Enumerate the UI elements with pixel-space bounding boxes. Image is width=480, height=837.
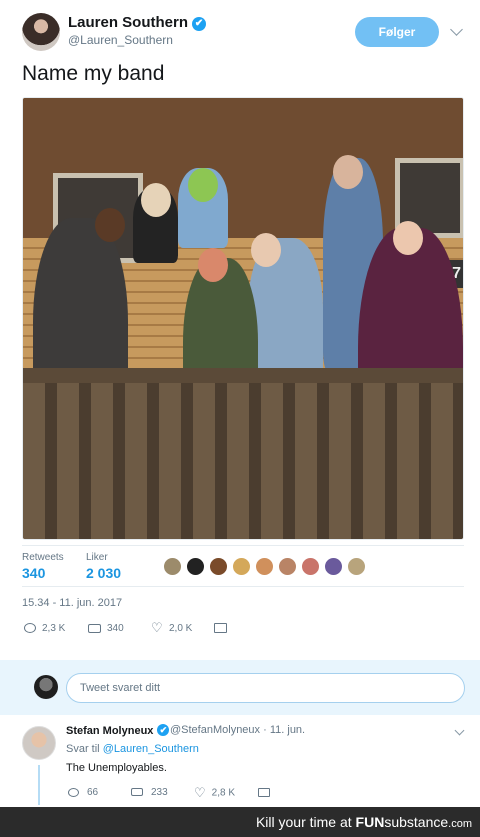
reply-author-handle[interactable]: @StefanMolyneux · 11. jun. bbox=[170, 724, 305, 736]
divider bbox=[22, 586, 464, 587]
follow-button[interactable]: Følger bbox=[355, 17, 439, 47]
liker-avatar[interactable] bbox=[209, 557, 228, 576]
thread-line bbox=[38, 765, 40, 805]
reply-retweet-count: 233 bbox=[151, 787, 168, 798]
liker-avatar[interactable] bbox=[301, 557, 320, 576]
liker-avatar[interactable] bbox=[324, 557, 343, 576]
dm-action[interactable] bbox=[214, 621, 233, 637]
heart-icon[interactable]: ♡ bbox=[151, 621, 163, 634]
tweet-text: Name my band bbox=[22, 62, 165, 85]
reply-dm-action[interactable] bbox=[258, 786, 270, 800]
envelope-icon[interactable] bbox=[214, 623, 227, 634]
reply-author-name-text[interactable]: Stefan Molyneux bbox=[66, 725, 153, 737]
reply-like-count: 2,8 K bbox=[211, 787, 236, 799]
photo-head bbox=[198, 248, 228, 282]
photo-head bbox=[393, 221, 423, 255]
tweet-card: Lauren Southern ✔ @Lauren_Southern Følger… bbox=[0, 0, 480, 660]
retweet-count: 340 bbox=[107, 623, 124, 634]
reply-retweet-action[interactable]: 233 bbox=[131, 786, 168, 800]
reply-action[interactable]: 2,3 K bbox=[24, 621, 65, 637]
reply-handle-text[interactable]: @StefanMolyneux bbox=[170, 724, 260, 736]
reply-to-prefix: Svar til bbox=[66, 743, 100, 755]
heart-icon[interactable]: ♡ bbox=[194, 786, 206, 800]
author-name[interactable]: Lauren Southern ✔ bbox=[68, 14, 207, 31]
reply-to-mention[interactable]: @Lauren_Southern bbox=[103, 743, 199, 755]
chevron-down-icon[interactable] bbox=[450, 23, 463, 36]
like-count: 2,0 K bbox=[169, 623, 193, 634]
reply-reply-action[interactable]: 66 bbox=[68, 786, 98, 800]
retweets-count[interactable]: 340 bbox=[22, 565, 45, 581]
reply-input[interactable]: Tweet svaret ditt bbox=[66, 673, 465, 703]
reply-author-avatar[interactable] bbox=[22, 726, 56, 760]
photo-head bbox=[188, 168, 218, 202]
liker-avatar[interactable] bbox=[278, 557, 297, 576]
watermark-prefix: Kill your time at bbox=[255, 814, 356, 830]
reply-text: The Unemployables. bbox=[66, 762, 167, 774]
liker-avatar[interactable] bbox=[186, 557, 205, 576]
liker-avatar[interactable] bbox=[232, 557, 251, 576]
divider bbox=[22, 545, 464, 546]
current-user-avatar bbox=[34, 675, 58, 699]
retweet-action[interactable]: 340 bbox=[88, 621, 124, 637]
reply-icon[interactable] bbox=[24, 623, 36, 634]
watermark-text: Kill your time at FUNsubstance.com bbox=[256, 807, 472, 837]
author-avatar[interactable] bbox=[22, 13, 60, 51]
envelope-icon[interactable] bbox=[258, 787, 270, 797]
author-handle[interactable]: @Lauren_Southern bbox=[68, 33, 173, 47]
reply-separator: · bbox=[263, 724, 267, 736]
photo-head bbox=[333, 155, 363, 189]
likes-label: Liker bbox=[86, 552, 108, 563]
watermark-brand-tld: .com bbox=[448, 818, 472, 830]
reply-to-line: Svar til @Lauren_Southern bbox=[66, 743, 199, 755]
reply-reply-count: 66 bbox=[87, 787, 99, 798]
liker-avatar[interactable] bbox=[163, 557, 182, 576]
photo-head bbox=[95, 208, 125, 242]
reply-like-action[interactable]: ♡ 2,8 K bbox=[194, 786, 235, 800]
photo-fence bbox=[23, 383, 463, 539]
reply-date[interactable]: 11. jun. bbox=[270, 724, 305, 736]
reply-count: 2,3 K bbox=[42, 623, 66, 634]
author-name-text[interactable]: Lauren Southern bbox=[68, 14, 188, 31]
retweet-icon[interactable] bbox=[88, 623, 101, 633]
reply-icon[interactable] bbox=[68, 787, 79, 797]
retweets-label: Retweets bbox=[22, 552, 64, 563]
liker-avatar[interactable] bbox=[347, 557, 366, 576]
watermark-brand-fun: FUN bbox=[355, 814, 385, 830]
photo-head bbox=[141, 183, 171, 217]
like-action[interactable]: ♡ 2,0 K bbox=[151, 621, 192, 637]
reply-author-name[interactable]: Stefan Molyneux ✔ bbox=[66, 724, 170, 737]
likes-count[interactable]: 2 030 bbox=[86, 565, 121, 581]
tweet-photo[interactable]: 67 bbox=[22, 97, 464, 540]
liker-avatar[interactable] bbox=[255, 557, 274, 576]
verified-badge-icon: ✔ bbox=[192, 17, 207, 31]
tweet-timestamp[interactable]: 15.34 - 11. jun. 2017 bbox=[22, 597, 122, 609]
verified-badge-icon: ✔ bbox=[157, 724, 170, 736]
watermark-brand-substance: substance bbox=[384, 814, 449, 830]
retweet-icon[interactable] bbox=[131, 788, 143, 797]
photo-head bbox=[251, 233, 281, 267]
